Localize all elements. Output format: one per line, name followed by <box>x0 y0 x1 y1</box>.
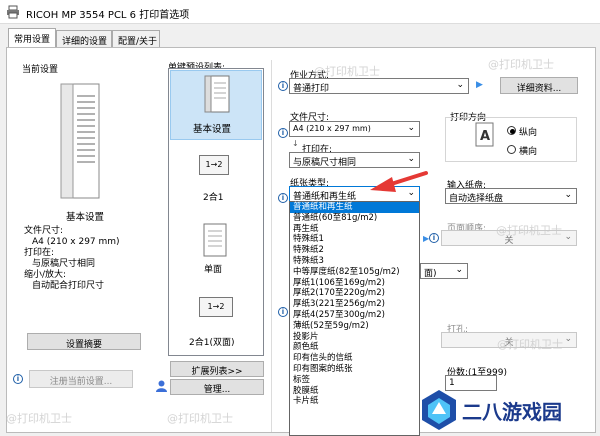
single-side-icon <box>203 223 227 257</box>
manage-button[interactable]: 管理... <box>170 379 264 395</box>
tab-config-about[interactable]: 配置/关于 <box>112 30 160 48</box>
summary-line: 缩小/放大: <box>24 270 67 280</box>
summary-line: 与原稿尺寸相同 <box>32 259 96 269</box>
info-icon: i <box>278 128 288 138</box>
summary-line: 自动配合打印尺寸 <box>32 281 105 291</box>
preset-label: 单面 <box>204 265 223 275</box>
preset-label: 基本设置 <box>193 124 232 135</box>
chevron-down-icon: ⌄ <box>455 265 463 275</box>
portrait-label: 纵向 <box>519 128 538 138</box>
watermark-text: @打印机卫士 <box>497 338 563 351</box>
dropdown-option[interactable]: 印有信头的信纸 <box>290 353 419 364</box>
watermark-text: @打印机卫士 <box>167 412 233 425</box>
input-tray-value: 自动选择纸盘 <box>449 194 504 204</box>
preset-label: 2合1 <box>203 193 224 203</box>
chevron-down-icon: ⌄ <box>456 80 464 90</box>
two-in-one-duplex-icon: 1→2 <box>199 297 233 317</box>
settings-summary-button[interactable]: 设置摘要 <box>27 333 141 350</box>
window-title: RICOH MP 3554 PCL 6 打印首选项 <box>26 10 190 21</box>
preset-label: 2合1(双面) <box>189 338 235 348</box>
dropdown-option[interactable]: 投影片 <box>290 332 419 343</box>
dropdown-option-selected[interactable]: 普通纸和再生纸 <box>290 202 419 213</box>
register-current-settings-button[interactable]: 注册当前设置... <box>29 370 133 388</box>
dropdown-option[interactable]: 标签 <box>290 375 419 386</box>
summary-line: 文件尺寸: <box>24 226 64 236</box>
chevron-down-icon: ⌄ <box>564 190 572 200</box>
dropdown-option[interactable]: 再生纸 <box>290 224 419 235</box>
column-divider <box>271 60 272 432</box>
printer-icon <box>7 5 19 19</box>
dropdown-option[interactable]: 印有图案的纸张 <box>290 364 419 375</box>
info-icon: i <box>429 233 439 243</box>
dropdown-option[interactable]: 厚纸3(221至256g/m2) <box>290 299 419 310</box>
document-size-value: A4 (210 x 297 mm) <box>293 124 371 133</box>
dropdown-option[interactable]: 特殊纸3 <box>290 256 419 267</box>
summary-line: 打印在: <box>24 248 55 258</box>
job-type-select[interactable]: 普通打印 ⌄ <box>289 78 469 94</box>
print-on-value: 与原稿尺寸相同 <box>293 158 357 168</box>
chevron-down-icon: ⌄ <box>564 334 572 344</box>
dropdown-option[interactable]: 颜色纸 <box>290 342 419 353</box>
info-icon: i <box>278 193 288 203</box>
watermark-text: @打印机卫士 <box>496 224 562 237</box>
chevron-down-icon: ⌄ <box>564 232 572 242</box>
tab-common-settings[interactable]: 常用设置 <box>8 28 56 48</box>
portrait-page-icon: A <box>475 122 494 147</box>
current-preset-name: 基本设置 <box>66 212 105 223</box>
orientation-group <box>445 117 577 162</box>
user-icon <box>156 380 167 392</box>
summary-line: A4 (210 x 297 mm) <box>32 237 120 247</box>
info-icon: i <box>278 307 288 317</box>
job-type-value: 普通打印 <box>293 84 330 94</box>
details-button[interactable]: 详细资料... <box>500 77 578 94</box>
down-arrow-icon: ↓ <box>292 139 299 148</box>
svg-text:A: A <box>480 129 490 144</box>
dropdown-option[interactable]: 中等厚度纸(82至105g/m2) <box>290 267 419 278</box>
dropdown-option[interactable]: 普通纸(60至81g/m2) <box>290 213 419 224</box>
preset-item-basic[interactable]: 基本设置 <box>170 70 262 140</box>
dropdown-option[interactable]: 特殊纸2 <box>290 245 419 256</box>
info-icon: i <box>278 81 288 91</box>
watermark-text: @打印机卫士 <box>6 412 72 425</box>
paper-type-dropdown[interactable]: 普通纸和再生纸 普通纸(60至81g/m2) 再生纸 特殊纸1 特殊纸2 特殊纸… <box>289 201 420 436</box>
copies-value: 1 <box>449 378 455 388</box>
dropdown-option[interactable]: 厚纸2(170至220g/m2) <box>290 288 419 299</box>
dropdown-option[interactable]: 薄纸(52至59g/m2) <box>290 321 419 332</box>
chevron-down-icon: ⌄ <box>407 154 415 164</box>
brand-text: 二八游戏园 <box>462 400 562 424</box>
dropdown-option[interactable]: 特殊纸1 <box>290 234 419 245</box>
dropdown-option[interactable]: 胶膜纸 <box>290 386 419 397</box>
dropdown-option[interactable]: 卡片纸 <box>290 396 419 407</box>
red-arrow-annotation-icon <box>370 171 428 192</box>
dropdown-option[interactable]: 厚纸4(257至300g/m2) <box>290 310 419 321</box>
input-tray-select[interactable]: 自动选择纸盘 ⌄ <box>445 188 577 204</box>
play-arrow-icon: ▶ <box>476 80 483 90</box>
watermark-text: @打印机卫士 <box>488 58 554 71</box>
partial-select-value: 面) <box>424 269 437 279</box>
watermark-text: @打印机卫士 <box>314 65 380 78</box>
brand-logo-icon <box>422 390 456 430</box>
info-icon: i <box>13 374 23 384</box>
current-settings-summary: 文件尺寸: A4 (210 x 297 mm) 打印在: 与原稿尺寸相同 缩小/… <box>24 226 120 292</box>
current-settings-heading: 当前设置 <box>22 65 59 75</box>
dropdown-option[interactable]: 厚纸1(106至169g/m2) <box>290 278 419 289</box>
tab-detailed-settings[interactable]: 详细的设置 <box>56 30 112 48</box>
landscape-label: 横向 <box>519 147 538 157</box>
two-in-one-icon: 1→2 <box>199 155 229 175</box>
expand-list-button[interactable]: 扩展列表>> <box>170 361 264 377</box>
radio-portrait[interactable] <box>507 126 516 135</box>
preset-list[interactable]: 基本设置 1→2 2合1 单面 1→2 2合1(双面) <box>168 68 264 356</box>
document-preview-icon <box>60 83 100 199</box>
document-size-select[interactable]: A4 (210 x 297 mm) ⌄ <box>289 121 420 137</box>
chevron-down-icon: ⌄ <box>407 123 415 133</box>
print-on-select[interactable]: 与原稿尺寸相同 ⌄ <box>289 152 420 168</box>
document-icon <box>204 75 230 113</box>
title-bar: RICOH MP 3554 PCL 6 打印首选项 <box>0 0 600 24</box>
radio-landscape[interactable] <box>507 145 516 154</box>
partial-select[interactable]: 面) ⌄ <box>420 263 468 279</box>
